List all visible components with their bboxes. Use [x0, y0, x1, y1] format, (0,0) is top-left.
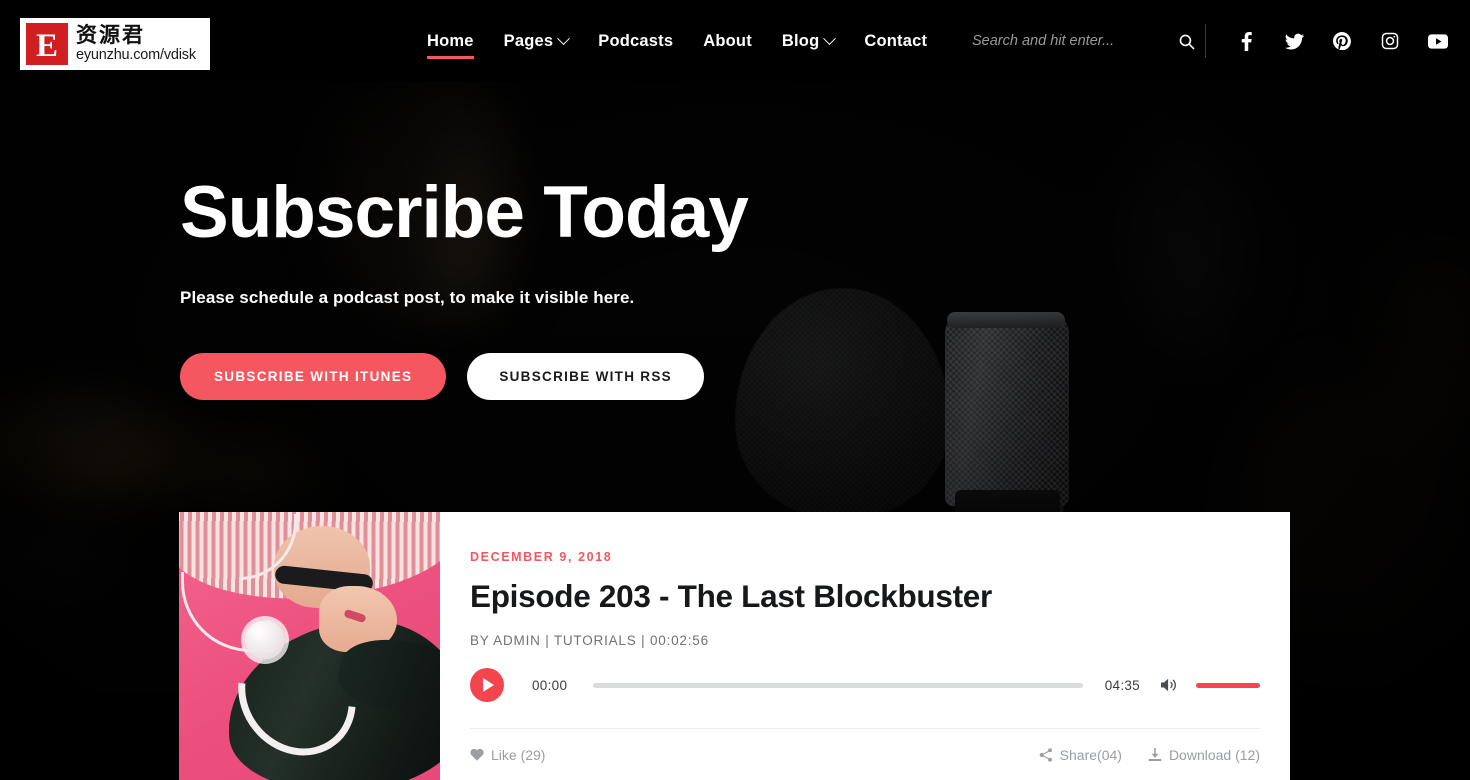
hero-title: Subscribe Today — [180, 172, 749, 253]
download-icon — [1148, 747, 1162, 761]
facebook-icon — [1241, 31, 1252, 51]
twitter-icon — [1284, 33, 1304, 49]
current-time: 00:00 — [532, 677, 568, 693]
play-icon — [483, 678, 494, 692]
social-link-twitter[interactable] — [1270, 0, 1318, 82]
audio-player: 00:00 04:35 — [470, 668, 1260, 702]
youtube-icon — [1428, 33, 1448, 49]
volume-slider[interactable] — [1196, 682, 1260, 688]
social-links — [1222, 0, 1462, 82]
like-label: Like (29) — [491, 746, 546, 763]
download-label: Download (12) — [1168, 746, 1260, 763]
nav-item-home[interactable]: Home — [412, 0, 489, 82]
share-icon — [1039, 747, 1052, 762]
header-search — [972, 0, 1201, 82]
main-navigation: Home Pages Podcasts About Blog Contact — [412, 0, 942, 82]
instagram-icon — [1381, 32, 1399, 50]
download-button[interactable]: Download (12) — [1148, 747, 1260, 763]
page-root: E 资源君 eyunzhu.com/vdisk Home Pages Podca… — [0, 0, 1470, 780]
share-button[interactable]: Share(04) — [1039, 747, 1122, 763]
episode-card: DECEMBER 9, 2018 Episode 203 - The Last … — [179, 512, 1290, 780]
nav-label: About — [703, 31, 752, 50]
subscribe-itunes-button[interactable]: SUBSCRIBE WITH ITUNES — [180, 352, 447, 400]
hero-cta-group: SUBSCRIBE WITH ITUNES SUBSCRIBE WITH RSS — [180, 352, 748, 400]
logo-brand-chinese: 资源君 — [76, 23, 145, 48]
duration-time: 04:35 — [1104, 677, 1140, 693]
site-header: E 资源君 eyunzhu.com/vdisk Home Pages Podca… — [0, 0, 1470, 82]
nav-label: Pages — [503, 31, 554, 50]
play-button[interactable] — [470, 668, 504, 702]
episode-meta: BY ADMIN | TUTORIALS | 00:02:56 — [470, 633, 709, 648]
share-label: Share(04) — [1059, 746, 1122, 763]
episode-thumbnail[interactable] — [179, 512, 440, 780]
search-input[interactable] — [972, 33, 1152, 49]
nav-label: Podcasts — [598, 31, 674, 50]
search-icon — [1179, 34, 1195, 49]
site-logo[interactable]: E 资源君 eyunzhu.com/vdisk — [20, 18, 210, 70]
nav-item-contact[interactable]: Contact — [849, 0, 942, 82]
volume-button[interactable] — [1160, 677, 1178, 693]
search-button[interactable] — [1172, 33, 1201, 50]
social-link-youtube[interactable] — [1414, 0, 1462, 82]
episode-date: DECEMBER 9, 2018 — [470, 550, 613, 564]
logo-mark-icon: E — [26, 23, 68, 65]
episode-title[interactable]: Episode 203 - The Last Blockbuster — [470, 578, 1260, 615]
nav-item-about[interactable]: About — [688, 0, 767, 82]
pinterest-icon — [1333, 32, 1351, 50]
active-nav-underline — [427, 56, 474, 59]
chevron-down-icon — [823, 31, 837, 45]
like-button[interactable]: Like (29) — [470, 747, 545, 763]
social-link-instagram[interactable] — [1366, 0, 1414, 82]
header-divider — [1205, 24, 1206, 58]
episode-details: DECEMBER 9, 2018 Episode 203 - The Last … — [440, 512, 1290, 780]
nav-label: Contact — [864, 31, 928, 50]
nav-item-podcasts[interactable]: Podcasts — [583, 0, 688, 82]
nav-item-blog[interactable]: Blog — [767, 0, 849, 82]
nav-label: Blog — [781, 31, 820, 50]
nav-label: Home — [427, 31, 474, 50]
progress-bar[interactable] — [593, 682, 1083, 688]
episode-actions: Like (29) Share(04) Download (12) — [470, 728, 1260, 780]
hero-section: Subscribe Today Please schedule a podcas… — [180, 172, 749, 400]
nav-item-pages[interactable]: Pages — [489, 0, 584, 82]
logo-brand-url: eyunzhu.com/vdisk — [76, 47, 196, 64]
logo-mark-letter: E — [28, 25, 66, 64]
heart-icon — [470, 748, 484, 761]
social-link-facebook[interactable] — [1222, 0, 1270, 82]
social-link-pinterest[interactable] — [1318, 0, 1366, 82]
chevron-down-icon — [557, 31, 571, 45]
volume-icon — [1161, 678, 1176, 692]
hero-subtitle: Please schedule a podcast post, to make … — [180, 287, 635, 307]
subscribe-rss-button[interactable]: SUBSCRIBE WITH RSS — [467, 352, 704, 400]
